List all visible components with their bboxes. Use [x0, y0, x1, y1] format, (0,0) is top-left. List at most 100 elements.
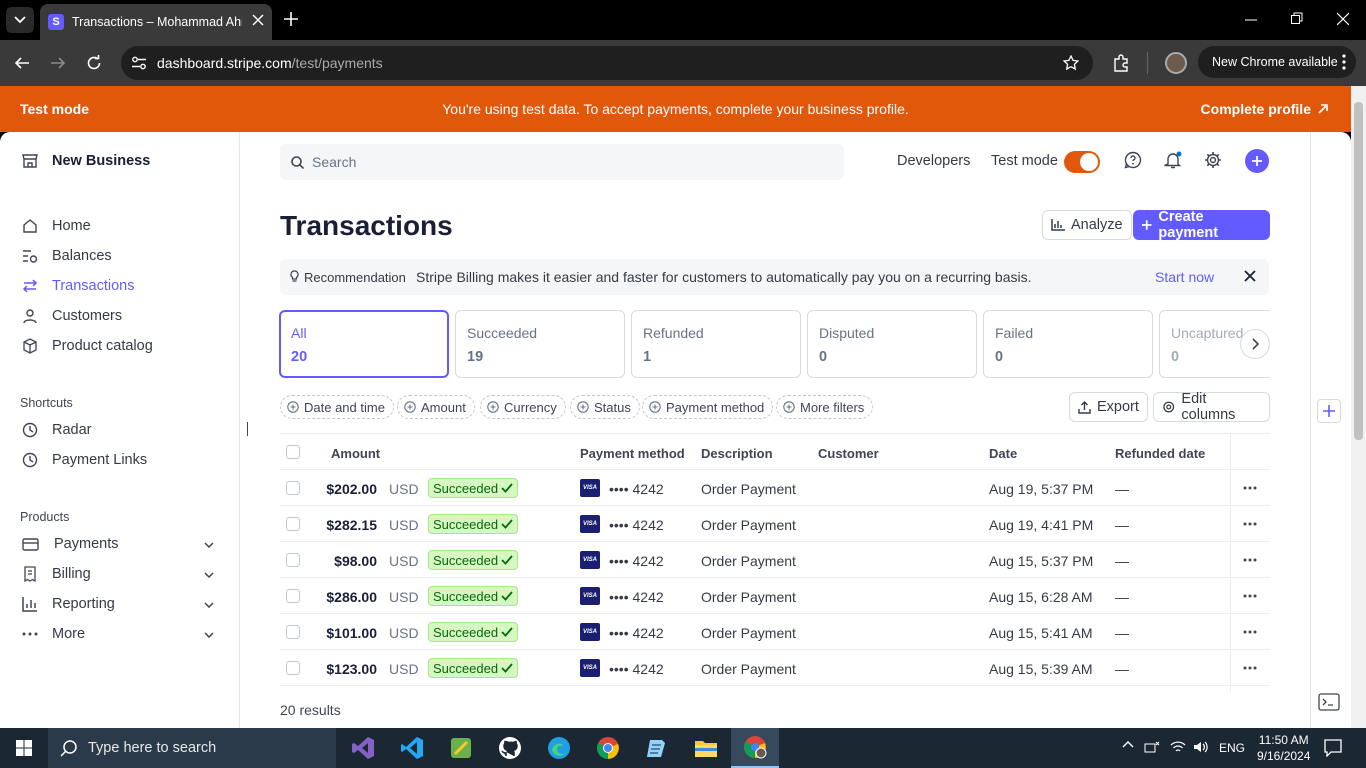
filter-tab-disputed[interactable]: Disputed 0	[807, 310, 977, 378]
filter-currency[interactable]: Currency	[480, 395, 566, 419]
chevron-down-icon[interactable]	[204, 602, 214, 608]
table-row[interactable]: $98.00 USD Succeeded VISA •••• 4242 Order Pay…	[280, 542, 1270, 578]
developers-link[interactable]: Developers	[897, 153, 970, 169]
column-header-amount[interactable]: Amount	[331, 446, 380, 461]
paint-app-icon[interactable]	[447, 734, 475, 762]
volume-icon[interactable]	[1193, 740, 1209, 754]
row-checkbox[interactable]	[286, 517, 300, 531]
profile-avatar[interactable]	[1165, 52, 1187, 74]
forward-button[interactable]	[50, 55, 66, 71]
extensions-icon[interactable]	[1113, 54, 1131, 72]
scroll-tabs-right-button[interactable]	[1240, 329, 1270, 359]
start-now-link[interactable]: Start now	[1155, 269, 1214, 285]
address-bar[interactable]: dashboard.stripe.com/test/payments	[121, 46, 1093, 80]
export-button[interactable]: Export	[1069, 392, 1148, 422]
settings-gear-icon[interactable]	[1204, 151, 1222, 169]
browser-tab-active[interactable]: S Transactions – Mohammad Ahmed	[40, 4, 272, 40]
sidebar-item-billing[interactable]: Billing	[22, 566, 91, 582]
column-header-customer[interactable]: Customer	[818, 446, 879, 461]
terminal-icon[interactable]	[1318, 693, 1340, 711]
sidebar-item-product-catalog[interactable]: Product catalog	[22, 338, 153, 354]
close-tab-icon[interactable]	[252, 14, 264, 26]
notifications-bell-icon[interactable]	[1164, 151, 1182, 169]
filter-amount[interactable]: Amount	[397, 395, 475, 419]
filter-tab-refunded[interactable]: Refunded 1	[631, 310, 801, 378]
table-row[interactable]: $123.00 USD Succeeded VISA •••• 4242 Order Pa…	[280, 650, 1270, 686]
row-checkbox[interactable]	[286, 589, 300, 603]
filter-payment-method[interactable]: Payment method	[642, 395, 774, 419]
wifi-icon[interactable]	[1170, 740, 1186, 754]
shortcut-payment-links[interactable]: Payment Links	[22, 452, 147, 468]
chrome-icon[interactable]	[594, 734, 622, 762]
account-switcher[interactable]: New Business	[22, 153, 150, 169]
sidebar-item-customers[interactable]: Customers	[22, 308, 122, 324]
filter-more-filters[interactable]: More filters	[776, 395, 874, 419]
page-scrollbar[interactable]	[1351, 86, 1366, 728]
table-row[interactable]: $202.00 USD Succeeded VISA •••• 4242 Order Pa…	[280, 470, 1270, 506]
table-row[interactable]: $101.00 USD Succeeded VISA •••• 4242 Order Pa…	[280, 614, 1270, 650]
row-checkbox[interactable]	[286, 625, 300, 639]
analyze-button[interactable]: Analyze	[1042, 210, 1132, 240]
shortcut-radar[interactable]: Radar	[22, 422, 92, 438]
site-info-icon[interactable]	[131, 56, 147, 70]
close-window-button[interactable]	[1337, 12, 1349, 26]
edge-browser-icon[interactable]	[545, 734, 573, 762]
dismiss-recommendation-icon[interactable]	[1244, 270, 1256, 282]
back-button[interactable]	[14, 55, 30, 71]
row-actions-more-icon[interactable]	[1243, 522, 1257, 526]
table-row[interactable]: $286.00 USD Succeeded VISA •••• 4242 Order Pa…	[280, 578, 1270, 614]
github-icon[interactable]	[496, 734, 524, 762]
taskbar-clock[interactable]: 11:50 AM 9/16/2024	[1257, 732, 1310, 764]
visual-studio-icon[interactable]	[349, 734, 377, 762]
test-mode-toggle[interactable]	[1064, 151, 1100, 173]
row-actions-more-icon[interactable]	[1243, 630, 1257, 634]
restore-window-button[interactable]	[1291, 12, 1303, 26]
table-row[interactable]: $282.15 USD Succeeded VISA •••• 4242 Order Pa…	[280, 506, 1270, 542]
windows-start-icon[interactable]	[16, 740, 32, 756]
filter-tab-failed[interactable]: Failed 0	[983, 310, 1153, 378]
vscode-icon[interactable]	[398, 734, 426, 762]
column-header-description[interactable]: Description	[701, 446, 773, 461]
sidebar-item-reporting[interactable]: Reporting	[22, 596, 115, 612]
row-actions-more-icon[interactable]	[1243, 486, 1257, 490]
sidebar-item-payments[interactable]: Payments	[22, 536, 118, 552]
row-checkbox[interactable]	[286, 481, 300, 495]
network-disconnected-icon[interactable]	[1144, 740, 1160, 754]
search-input[interactable]: Search	[280, 144, 844, 180]
column-header-payment-method[interactable]: Payment method	[580, 446, 685, 461]
right-rail-add-button[interactable]	[1317, 399, 1341, 423]
filter-tab-succeeded[interactable]: Succeeded 19	[455, 310, 625, 378]
sidebar-resize-handle[interactable]	[247, 422, 248, 436]
notepad-icon[interactable]	[643, 734, 671, 762]
chevron-down-icon[interactable]	[204, 632, 214, 638]
taskbar-search-box[interactable]: Type here to search	[48, 728, 336, 768]
tab-search-button[interactable]	[6, 7, 34, 33]
file-explorer-icon[interactable]	[692, 734, 720, 762]
complete-profile-link[interactable]: Complete profile	[1201, 101, 1329, 117]
language-indicator[interactable]: ENG	[1219, 741, 1245, 755]
chevron-down-icon[interactable]	[204, 572, 214, 578]
help-icon[interactable]	[1124, 151, 1142, 169]
sidebar-item-balances[interactable]: Balances	[22, 248, 112, 264]
minimize-window-button[interactable]	[1245, 12, 1257, 26]
column-header-refunded-date[interactable]: Refunded date	[1115, 446, 1205, 461]
notification-center-icon[interactable]	[1324, 739, 1342, 757]
create-new-button[interactable]	[1245, 149, 1269, 173]
tray-chevron-up-icon[interactable]	[1122, 740, 1134, 748]
sidebar-item-home[interactable]: Home	[22, 218, 91, 234]
bookmark-star-icon[interactable]	[1063, 55, 1079, 71]
row-checkbox[interactable]	[286, 553, 300, 567]
row-actions-more-icon[interactable]	[1243, 594, 1257, 598]
row-checkbox[interactable]	[286, 661, 300, 675]
chevron-down-icon[interactable]	[204, 542, 214, 548]
scrollbar-thumb[interactable]	[1354, 102, 1363, 440]
taskbar-active-chrome[interactable]	[731, 728, 779, 768]
column-header-date[interactable]: Date	[989, 446, 1017, 461]
new-tab-button[interactable]	[283, 11, 299, 27]
sidebar-item-transactions[interactable]: Transactions	[22, 278, 134, 294]
edit-columns-button[interactable]: Edit columns	[1153, 391, 1270, 423]
filter-date-and-time[interactable]: Date and time	[280, 395, 394, 419]
reload-button[interactable]	[86, 55, 102, 71]
create-payment-button[interactable]: Create payment	[1133, 209, 1270, 241]
sidebar-item-more[interactable]: More	[22, 626, 85, 642]
